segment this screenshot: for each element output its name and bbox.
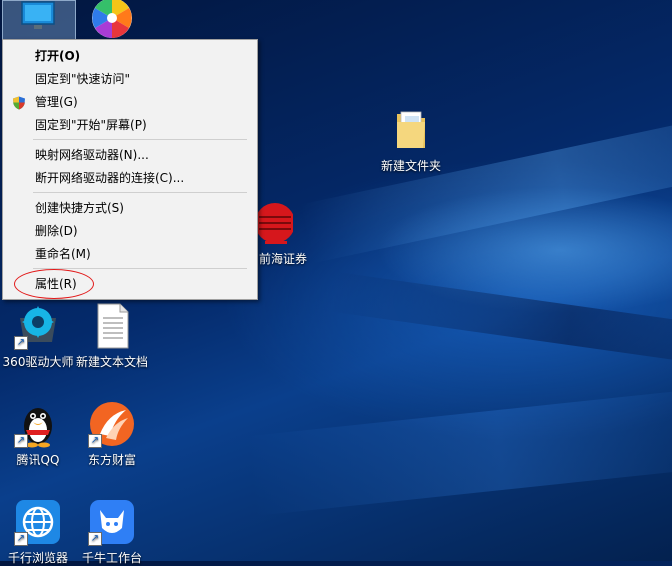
desktop-icon-label: 千牛工作台 — [81, 551, 142, 565]
wallpaper-light-beam — [299, 96, 672, 264]
menu-item-pin-quick-access[interactable]: 固定到"快速访问" — [3, 68, 257, 90]
menu-item-pin-start[interactable]: 固定到"开始"屏幕(P) — [3, 114, 257, 136]
wallpaper-light-beam-lower — [247, 384, 672, 516]
menu-item-manage[interactable]: 管理(G) — [3, 91, 257, 113]
context-menu: 打开(O) 固定到"快速访问" 管理(G) 固定到"开始"屏幕(P) 映射网络驱… — [2, 39, 258, 300]
desktop-icon-label: 新建文件夹 — [380, 159, 441, 173]
shortcut-arrow-icon: ↗ — [88, 434, 102, 448]
uac-shield-icon — [12, 95, 26, 110]
menu-item-label: 映射网络驱动器(N)... — [35, 148, 149, 162]
monitor-icon — [14, 0, 62, 40]
desktop-icon-label: 千行浏览器 — [7, 551, 68, 565]
browser-globe-icon: ↗ — [14, 498, 62, 546]
desktop-icon-label: 新建文本文档 — [75, 355, 148, 369]
menu-item-label: 删除(D) — [35, 224, 78, 238]
desktop-icon-label: 360驱动大师 — [2, 355, 74, 369]
menu-item-create-shortcut[interactable]: 创建快捷方式(S) — [3, 197, 257, 219]
menu-item-disconnect-network-drive[interactable]: 断开网络驱动器的连接(C)... — [3, 167, 257, 189]
qq-penguin-icon: ↗ — [14, 400, 62, 448]
wallpaper-dark-beam — [329, 271, 672, 379]
desktop-icon-label: 腾讯QQ — [16, 453, 60, 467]
menu-separator — [33, 192, 247, 193]
desktop-icon-new-text-document[interactable]: 新建文本文档 — [74, 302, 150, 370]
menu-item-label: 断开网络驱动器的连接(C)... — [35, 171, 185, 185]
menu-item-label: 打开(O) — [35, 49, 81, 63]
text-document-icon — [88, 302, 136, 350]
menu-item-label: 固定到"快速访问" — [35, 72, 131, 86]
desktop-icon-qianniu[interactable]: ↗ 千牛工作台 — [74, 498, 150, 566]
menu-item-label: 管理(G) — [35, 95, 78, 109]
desktop-icon-browser[interactable]: ↗ 千行浏览器 — [0, 498, 76, 566]
menu-separator — [33, 139, 247, 140]
menu-item-label: 创建快捷方式(S) — [35, 201, 124, 215]
shortcut-arrow-icon: ↗ — [14, 336, 28, 350]
shortcut-arrow-icon: ↗ — [14, 434, 28, 448]
qianniu-icon: ↗ — [88, 498, 136, 546]
eastmoney-icon: ↗ — [88, 400, 136, 448]
menu-item-label: 重命名(M) — [35, 247, 91, 261]
menu-item-map-network-drive[interactable]: 映射网络驱动器(N)... — [3, 144, 257, 166]
shortcut-arrow-icon: ↗ — [14, 532, 28, 546]
desktop-icon-eastmoney[interactable]: ↗ 东方财富 — [74, 400, 150, 468]
pinwheel-icon — [88, 0, 136, 42]
menu-item-open[interactable]: 打开(O) — [3, 45, 257, 67]
shortcut-arrow-icon: ↗ — [88, 532, 102, 546]
folder-icon — [387, 106, 435, 154]
desktop-icon-new-folder[interactable]: 新建文件夹 — [373, 106, 449, 174]
desktop-icon-label: 东方财富 — [87, 453, 136, 467]
desktop-icon-qq[interactable]: ↗ 腾讯QQ — [0, 400, 76, 468]
desktop-icon-driver-master[interactable]: ↗ 360驱动大师 — [0, 302, 76, 370]
menu-item-rename[interactable]: 重命名(M) — [3, 243, 257, 265]
highlight-circle — [14, 269, 94, 299]
menu-item-label: 固定到"开始"屏幕(P) — [35, 118, 147, 132]
driver-master-icon: ↗ — [14, 302, 62, 350]
menu-item-delete[interactable]: 删除(D) — [3, 220, 257, 242]
